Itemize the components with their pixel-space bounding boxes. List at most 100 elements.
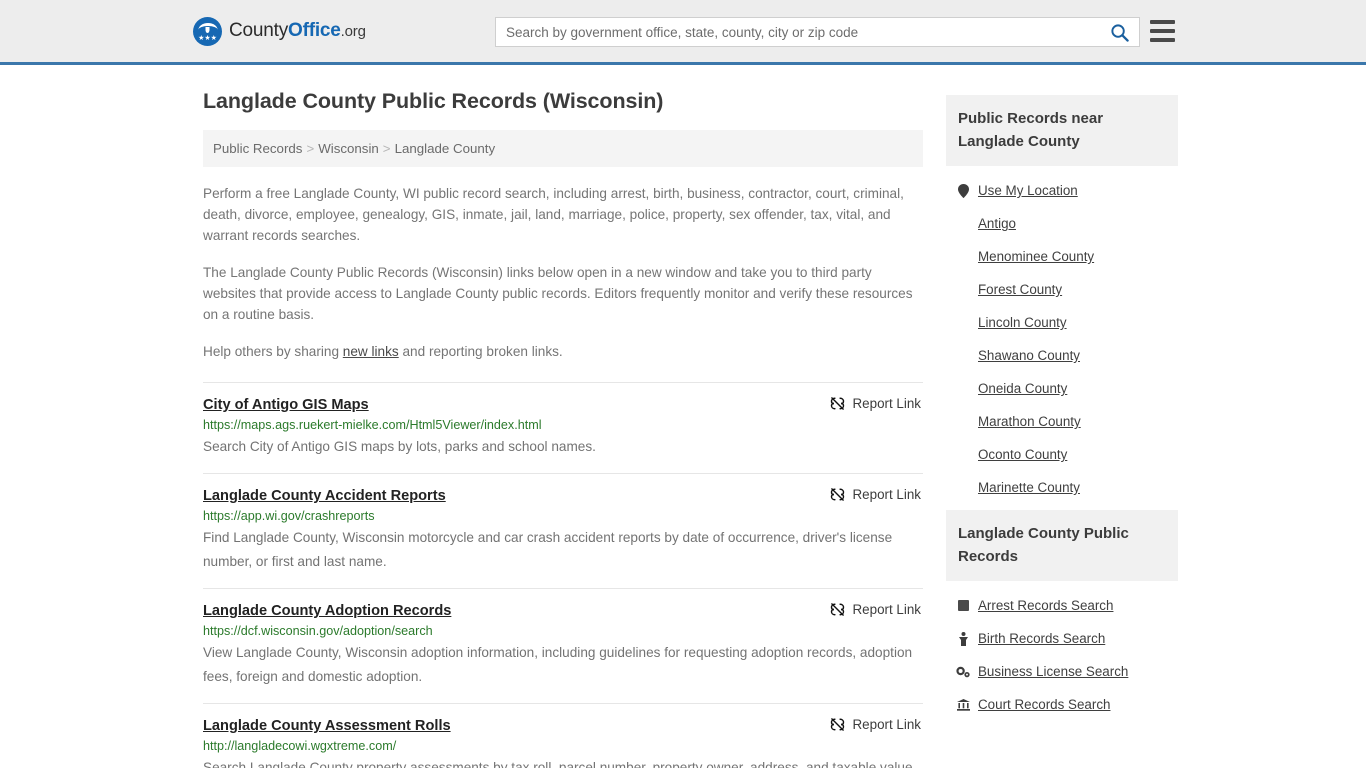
nearby-place-link[interactable]: Antigo xyxy=(978,216,1016,231)
nearby-place-link[interactable]: Shawano County xyxy=(978,348,1080,363)
brand-part-office: Office xyxy=(288,20,341,41)
intro-paragraph-2: The Langlade County Public Records (Wisc… xyxy=(203,265,913,322)
nearby-place-link[interactable]: Marinette County xyxy=(978,480,1080,495)
record-search-link[interactable]: Birth Records Search xyxy=(978,631,1105,646)
county-records-box: Langlade County Public Records Arrest Re… xyxy=(946,510,1178,721)
list-item: Shawano County xyxy=(946,339,1178,372)
map-pin-icon xyxy=(956,183,970,198)
courthouse-icon xyxy=(956,698,970,711)
result-title-link[interactable]: City of Antigo GIS Maps xyxy=(203,397,369,413)
breadcrumb: Public Records > Wisconsin > Langlade County xyxy=(203,130,923,167)
report-link-label: Report Link xyxy=(852,487,921,502)
list-item: Marinette County xyxy=(946,471,1178,504)
list-item: Use My Location xyxy=(946,174,1178,207)
nearby-place-link[interactable]: Marathon County xyxy=(978,414,1081,429)
record-search-link[interactable]: Arrest Records Search xyxy=(978,598,1113,613)
eagle-seal-icon: ★★★ xyxy=(193,16,222,46)
list-item: Oconto County xyxy=(946,438,1178,471)
breadcrumb-separator: > xyxy=(306,141,315,156)
result-entry: City of Antigo GIS Maps https://maps.ags.… xyxy=(203,382,923,473)
menu-button[interactable] xyxy=(1150,20,1175,42)
report-link-button[interactable]: Report Link xyxy=(830,396,921,411)
hamburger-icon-bar xyxy=(1150,20,1175,24)
gears-icon xyxy=(956,666,970,678)
hamburger-icon-bar xyxy=(1150,29,1175,33)
list-item: Business License Search xyxy=(946,655,1178,688)
unlink-icon xyxy=(830,488,844,501)
list-item: Court Records Search xyxy=(946,688,1178,721)
unlink-icon xyxy=(830,397,844,410)
record-search-link[interactable]: Business License Search xyxy=(978,664,1128,679)
nearby-place-link[interactable]: Oneida County xyxy=(978,381,1067,396)
search-input[interactable] xyxy=(496,18,1106,46)
result-url: http://langladecowi.wgxtreme.com/ xyxy=(203,739,397,753)
result-url: https://maps.ags.ruekert-mielke.com/Html… xyxy=(203,418,542,432)
new-links-link[interactable]: new links xyxy=(343,344,399,359)
breadcrumb-item-langlade-county[interactable]: Langlade County xyxy=(395,141,496,156)
list-item: Birth Records Search xyxy=(946,622,1178,655)
results-list: City of Antigo GIS Maps https://maps.ags.… xyxy=(203,382,923,768)
sidebar: Public Records near Langlade County Use … xyxy=(946,65,1178,768)
intro-paragraph-3: Help others by sharing new links and rep… xyxy=(203,341,923,362)
intro-text: Perform a free Langlade County, WI publi… xyxy=(203,183,923,362)
breadcrumb-item-public-records[interactable]: Public Records xyxy=(213,141,302,156)
result-entry: Langlade County Assessment Rolls http://l… xyxy=(203,703,923,768)
result-title-link[interactable]: Langlade County Assessment Rolls xyxy=(203,718,451,734)
fingerprint-icon xyxy=(956,600,970,611)
brand-part-county: County xyxy=(229,20,289,41)
county-records-heading: Langlade County Public Records xyxy=(946,510,1178,581)
nearby-records-heading: Public Records near Langlade County xyxy=(946,95,1178,166)
intro-paragraph-1: Perform a free Langlade County, WI publi… xyxy=(203,186,904,243)
result-url: https://dcf.wisconsin.gov/adoption/searc… xyxy=(203,624,433,638)
share-text-before: Help others by sharing xyxy=(203,344,343,359)
result-description: View Langlade County, Wisconsin adoption… xyxy=(203,645,913,684)
brand-part-org: .org xyxy=(340,23,366,40)
result-description: Search Langlade County property assessme… xyxy=(203,760,917,768)
result-entry: Langlade County Accident Reports https://… xyxy=(203,473,923,588)
nearby-place-link[interactable]: Oconto County xyxy=(978,447,1067,462)
page-title: Langlade County Public Records (Wisconsi… xyxy=(203,89,664,113)
page-body: Langlade County Public Records (Wisconsi… xyxy=(0,65,1366,768)
nearby-place-link[interactable]: Menominee County xyxy=(978,249,1094,264)
seal-stars: ★★★ xyxy=(198,34,217,42)
result-description: Find Langlade County, Wisconsin motorcyc… xyxy=(203,530,893,569)
site-header: ★★★ CountyOffice.org xyxy=(0,0,1366,65)
breadcrumb-separator: > xyxy=(382,141,391,156)
result-url: https://app.wi.gov/crashreports xyxy=(203,509,375,523)
main-content: Langlade County Public Records (Wisconsi… xyxy=(203,65,923,768)
search-icon xyxy=(1111,23,1129,42)
result-title-link[interactable]: Langlade County Adoption Records xyxy=(203,603,451,619)
unlink-icon xyxy=(830,603,844,616)
list-item: Lincoln County xyxy=(946,306,1178,339)
report-link-label: Report Link xyxy=(852,717,921,732)
search-bar xyxy=(495,17,1140,47)
result-title-link[interactable]: Langlade County Accident Reports xyxy=(203,488,446,504)
list-item: Oneida County xyxy=(946,372,1178,405)
brand-wordmark: CountyOffice.org xyxy=(229,20,366,42)
unlink-icon xyxy=(830,718,844,731)
list-item: Forest County xyxy=(946,273,1178,306)
report-link-button[interactable]: Report Link xyxy=(830,487,921,502)
baby-icon xyxy=(956,631,970,646)
nearby-place-link[interactable]: Use My Location xyxy=(978,183,1078,198)
report-link-label: Report Link xyxy=(852,396,921,411)
report-link-button[interactable]: Report Link xyxy=(830,602,921,617)
list-item: Antigo xyxy=(946,207,1178,240)
search-button[interactable] xyxy=(1106,23,1139,42)
county-records-list: Arrest Records Search Birth Records Searc… xyxy=(946,581,1178,721)
list-item: Arrest Records Search xyxy=(946,589,1178,622)
nearby-place-link[interactable]: Forest County xyxy=(978,282,1062,297)
share-text-after: and reporting broken links. xyxy=(398,344,563,359)
report-link-label: Report Link xyxy=(852,602,921,617)
breadcrumb-item-wisconsin[interactable]: Wisconsin xyxy=(318,141,379,156)
list-item: Menominee County xyxy=(946,240,1178,273)
nearby-records-list: Use My Location Antigo Menominee County For… xyxy=(946,166,1178,504)
hamburger-icon-bar xyxy=(1150,38,1175,42)
nearby-place-link[interactable]: Lincoln County xyxy=(978,315,1067,330)
list-item: Marathon County xyxy=(946,405,1178,438)
record-search-link[interactable]: Court Records Search xyxy=(978,697,1110,712)
report-link-button[interactable]: Report Link xyxy=(830,717,921,732)
site-logo[interactable]: ★★★ CountyOffice.org xyxy=(193,16,366,46)
result-entry: Langlade County Adoption Records https://… xyxy=(203,588,923,703)
nearby-records-box: Public Records near Langlade County Use … xyxy=(946,95,1178,504)
